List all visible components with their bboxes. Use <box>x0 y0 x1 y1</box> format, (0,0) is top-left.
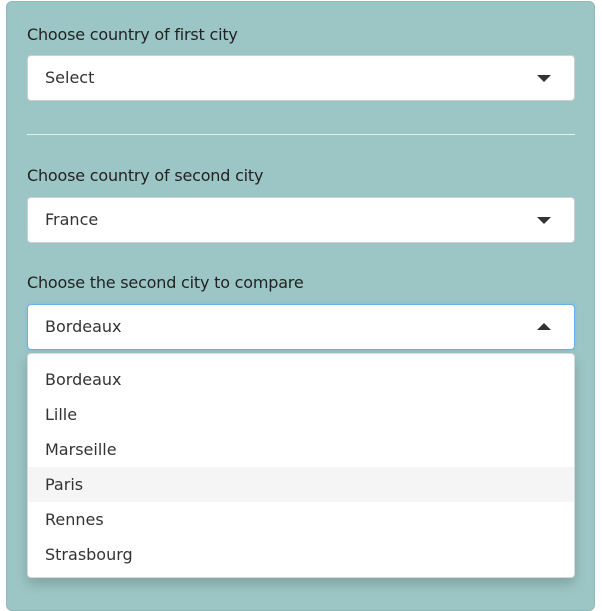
dropdown-option[interactable]: Lille <box>28 397 574 432</box>
first-city-country-select[interactable]: Select <box>27 55 575 101</box>
chevron-down-icon <box>537 75 551 82</box>
chevron-up-icon <box>537 323 551 330</box>
dropdown-option[interactable]: Marseille <box>28 432 574 467</box>
second-city-dropdown: Bordeaux Lille Marseille Paris Rennes St… <box>27 353 575 578</box>
second-city-country-select[interactable]: France <box>27 197 575 243</box>
dropdown-option[interactable]: Rennes <box>28 502 574 537</box>
second-city-country-value: France <box>45 210 99 229</box>
second-city-label: Choose the second city to compare <box>27 273 304 292</box>
second-city-value: Bordeaux <box>45 317 122 336</box>
second-city-country-label: Choose country of second city <box>27 166 264 185</box>
dropdown-option[interactable]: Strasbourg <box>28 537 574 572</box>
second-city-select[interactable]: Bordeaux <box>27 304 575 350</box>
divider <box>27 134 575 135</box>
first-city-country-label: Choose country of first city <box>27 25 238 44</box>
chevron-down-icon <box>537 217 551 224</box>
first-city-country-value: Select <box>45 68 95 87</box>
dropdown-option[interactable]: Bordeaux <box>28 362 574 397</box>
dropdown-option[interactable]: Paris <box>28 467 574 502</box>
